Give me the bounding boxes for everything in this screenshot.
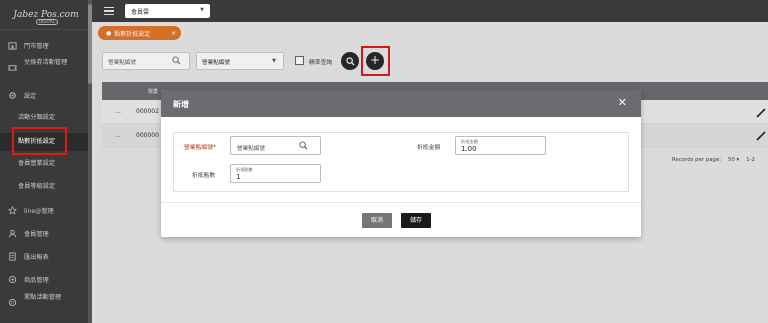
points-label: 折抵點數 (192, 173, 216, 179)
store-icon (0, 41, 24, 50)
logo-badge: DIGITAL (36, 19, 58, 25)
sidebar-item-ticket[interactable]: 兌換券活動管理 (0, 58, 92, 80)
user-icon (0, 229, 24, 238)
search-icon[interactable] (299, 141, 308, 152)
sidebar-item-member-level[interactable]: 會員等級設定 (0, 181, 92, 193)
amount-value: 1.00 (461, 145, 477, 153)
add-dialog: 新增 ✕ 營業點編號* 營業點編號 折抵金額 折抵金額 1.00 折抵點數 折抵… (161, 90, 641, 237)
points-value: 1 (236, 173, 241, 181)
sidebar-item-products[interactable]: 商品管理 (0, 273, 92, 285)
points-input[interactable]: 折抵點數 1 (230, 164, 321, 183)
close-icon[interactable]: ✕ (618, 96, 627, 109)
logo-text: Jabez Pos.com (13, 9, 79, 20)
sidebar-item-label: 會員管理 (24, 230, 49, 238)
store-number-label: 營業點編號* (184, 145, 216, 151)
store-select-value: 會員雲 (131, 9, 150, 16)
star-icon (0, 205, 24, 215)
dialog-header: 新增 ✕ (161, 90, 641, 117)
save-button[interactable]: 儲存 (401, 213, 431, 228)
divider (161, 202, 641, 203)
product-icon (0, 275, 24, 284)
top-bar: 會員雲 ▼ (92, 0, 768, 22)
sidebar-item-store[interactable]: 門市管理 (0, 38, 92, 52)
sidebar-item-member-business[interactable]: 會員營業設定 (0, 158, 92, 170)
brand-logo[interactable]: Jabez Pos.com (0, 0, 92, 30)
settings-icon (0, 91, 24, 100)
sidebar-item-label: line@管理 (24, 207, 54, 215)
store-number-input[interactable]: 營業點編號 (230, 136, 321, 155)
sidebar-item-label: 兌換券活動管理 (24, 59, 68, 66)
sidebar-item-label: 累點活動管理 (24, 294, 62, 301)
chevron-down-icon: ▼ (200, 7, 204, 13)
amount-label: 折抵金額 (417, 145, 441, 151)
svg-text:P: P (11, 300, 14, 306)
store-select[interactable]: 會員雲 ▼ (125, 4, 210, 18)
sidebar-item-label: 門市管理 (24, 42, 49, 50)
ticket-icon (0, 58, 24, 72)
sidebar-item-activity-category[interactable]: 活動分類設定 (0, 112, 92, 124)
form-card: 營業點編號* 營業點編號 折抵金額 折抵金額 1.00 折抵點數 折抵點數 1 (173, 132, 629, 192)
dialog-title: 新增 (173, 100, 189, 109)
store-number-placeholder: 營業點編號 (237, 146, 265, 152)
amount-input[interactable]: 折抵金額 1.00 (455, 136, 546, 155)
report-icon (0, 251, 24, 261)
sidebar-item-members[interactable]: 會員管理 (0, 227, 92, 239)
points-icon: P (0, 293, 24, 307)
sidebar-item-label: 設定 (24, 92, 37, 100)
sidebar-item-points-activity[interactable]: P 累點活動管理 (0, 293, 92, 315)
sidebar-item-label: 商品管理 (24, 276, 49, 284)
sidebar-item-reports[interactable]: 匯出報表 (0, 250, 92, 262)
cancel-button[interactable]: 取消 (362, 213, 392, 228)
sidebar-item-label: 匯出報表 (24, 253, 49, 261)
sidebar: Jabez Pos.com DIGITAL 門市管理 兌換券活動管理 設定 活動… (0, 0, 92, 323)
sidebar-item-points-discount[interactable]: 點數折抵設定 (0, 133, 92, 151)
menu-icon[interactable] (104, 7, 114, 15)
sidebar-item-line[interactable]: line@管理 (0, 204, 92, 216)
sidebar-item-settings[interactable]: 設定 (0, 89, 92, 101)
